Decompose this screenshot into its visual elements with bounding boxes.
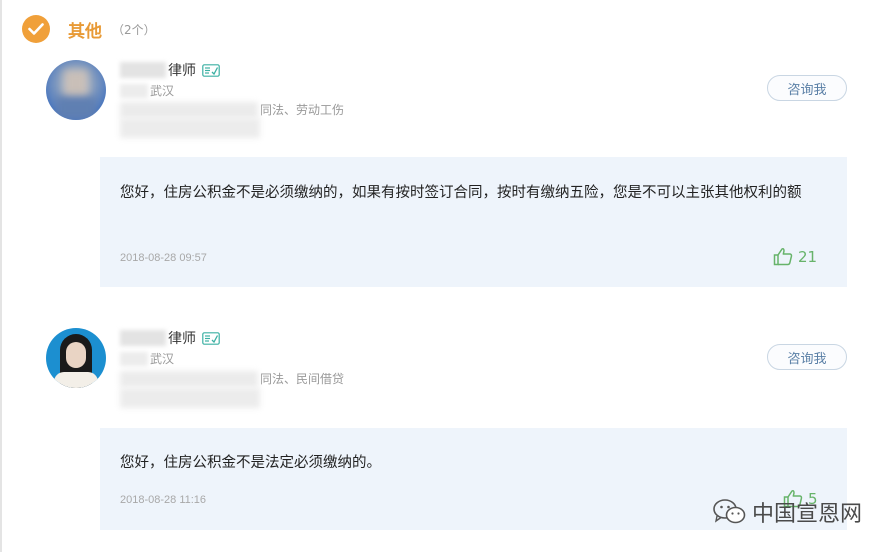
name-redacted bbox=[120, 330, 166, 346]
wechat-icon bbox=[713, 499, 746, 524]
name-suffix: 律师 bbox=[168, 331, 196, 347]
lawyer-location: 武汉 bbox=[120, 350, 174, 367]
name-redacted bbox=[120, 62, 166, 78]
answer-text: 您好，住房公积金不是必须缴纳的，如果有按时签订合同，按时有缴纳五险，您是不可以主… bbox=[120, 185, 802, 201]
location-redacted bbox=[120, 83, 148, 98]
lawyer-name[interactable]: 律师 bbox=[120, 328, 220, 348]
watermark-text: 中国宣恩网 bbox=[752, 502, 863, 527]
avatar[interactable] bbox=[46, 60, 106, 120]
left-border bbox=[0, 0, 2, 552]
info-redacted bbox=[120, 118, 260, 138]
consult-button[interactable]: 咨询我 bbox=[767, 344, 847, 370]
location-text: 武汉 bbox=[150, 84, 175, 98]
specialty-redacted bbox=[120, 370, 258, 387]
specialty-redacted bbox=[120, 101, 258, 118]
section-header: 其他 （2个） bbox=[22, 14, 156, 44]
check-icon bbox=[22, 15, 50, 43]
like-count: 21 bbox=[798, 247, 818, 266]
section-title: 其他 bbox=[68, 21, 102, 42]
avatar[interactable] bbox=[46, 328, 106, 388]
answer-text: 您好，住房公积金不是法定必须缴纳的。 bbox=[120, 455, 381, 471]
answer-date: 2018-08-28 11:16 bbox=[120, 494, 207, 506]
specialty-text: 同法、民间借贷 bbox=[260, 372, 345, 386]
certified-icon bbox=[202, 63, 220, 77]
specialty-text: 同法、劳动工伤 bbox=[260, 103, 345, 117]
lawyer-name[interactable]: 律师 bbox=[120, 60, 220, 80]
location-redacted bbox=[120, 351, 148, 366]
info-redacted bbox=[120, 388, 260, 408]
name-suffix: 律师 bbox=[168, 63, 196, 79]
lawyer-specialty: 同法、劳动工伤 bbox=[120, 101, 344, 118]
consult-button[interactable]: 咨询我 bbox=[767, 75, 847, 101]
answer-card: 您好，住房公积金不是必须缴纳的，如果有按时签订合同，按时有缴纳五险，您是不可以主… bbox=[100, 157, 847, 287]
certified-icon bbox=[202, 331, 220, 345]
lawyer-location: 武汉 bbox=[120, 82, 174, 99]
lawyer-specialty: 同法、民间借贷 bbox=[120, 370, 344, 387]
like-button[interactable]: 21 bbox=[773, 247, 817, 266]
thumbs-up-icon bbox=[773, 248, 793, 266]
section-count: （2个） bbox=[112, 22, 156, 37]
watermark: 中国宣恩网 bbox=[712, 496, 862, 528]
answer-date: 2018-08-28 09:57 bbox=[120, 252, 207, 264]
location-text: 武汉 bbox=[150, 352, 175, 366]
